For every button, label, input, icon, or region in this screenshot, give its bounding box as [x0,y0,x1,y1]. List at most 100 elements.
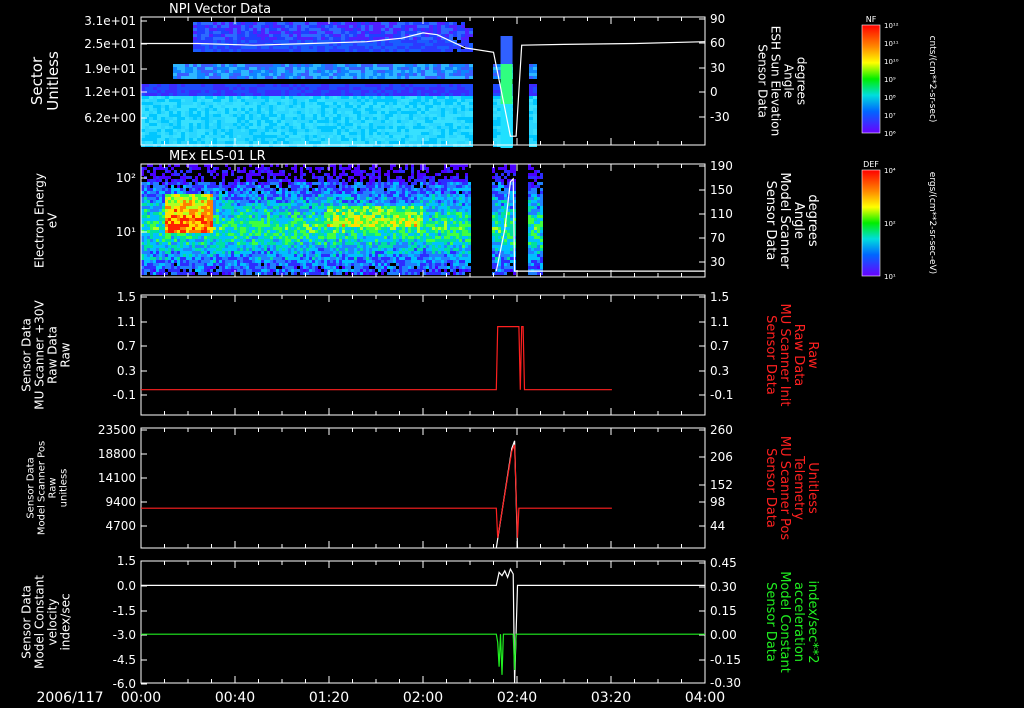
npi-cell [425,102,429,105]
els-cell [273,266,276,269]
els-cell [267,182,270,185]
npi-cell [393,46,397,49]
els-cell [300,188,303,191]
els-cell [276,251,279,254]
els-cell [303,266,306,269]
npi-cell [369,64,373,67]
npi-cell [201,117,205,120]
npi-cell [293,40,297,43]
npi-cell [333,28,337,31]
els-cell [255,173,258,176]
npi-cell [141,111,145,114]
els-cell [267,227,270,230]
npi-cell [341,84,345,87]
npi-cell [317,73,321,76]
els-cell [285,269,288,272]
npi-cell [365,138,369,141]
npi-cell [413,135,417,138]
els-cell [180,215,183,218]
els-cell [186,239,189,242]
els-cell [297,263,300,266]
npi-cell [421,37,425,40]
els-cell [180,182,183,185]
els-cell [276,227,279,230]
npi-cell [289,70,293,73]
els-cell [306,242,309,245]
npi-cell [281,84,285,87]
els-cell [165,203,168,206]
npi-cell [257,31,261,34]
els-cell [198,194,201,197]
npi-cell [305,73,309,76]
els-cell [180,221,183,224]
npi-cell [325,87,329,90]
npi-cell [529,111,533,114]
npi-cell [433,40,437,43]
npi-cell [245,99,249,102]
els-cell [198,251,201,254]
els-cell [144,242,147,245]
npi-cell [441,25,445,28]
els-cell [222,203,225,206]
els-cell [162,176,165,179]
els-cell [150,269,153,272]
els-cell [216,227,219,230]
els-cell [159,179,162,182]
npi-cell [425,87,429,90]
npi-cell [445,34,449,37]
npi-cell [373,73,377,76]
els-cell [261,212,264,215]
npi-cell [333,84,337,87]
npi-cell [261,126,265,129]
els-cell [177,185,180,188]
npi-cell [245,87,249,90]
npi-cell [253,96,257,99]
els-cell [231,254,234,257]
els-cell [165,218,168,221]
npi-cell [361,70,365,73]
npi-cell [193,90,197,93]
npi-cell [233,102,237,105]
npi-cell [245,138,249,141]
npi-cell [385,117,389,120]
npi-cell [345,141,349,144]
els-cell [231,257,234,260]
npi-cell [529,87,533,90]
npi-cell [357,93,361,96]
npi-cell [397,138,401,141]
els-cell [249,263,252,266]
npi-cell [205,90,209,93]
els-cell [282,236,285,239]
npi-cell [209,138,213,141]
els-cell [312,224,315,227]
els-cell [273,200,276,203]
els-cell [198,218,201,221]
npi-cell [381,73,385,76]
els-cell [222,215,225,218]
els-cell [198,185,201,188]
npi-cell [261,40,265,43]
npi-cell [425,135,429,138]
npi-cell [345,132,349,135]
npi-cell [293,96,297,99]
npi-cell [289,108,293,111]
els-cell [165,263,168,266]
els-cell [216,200,219,203]
npi-cell [377,135,381,138]
npi-cell [345,28,349,31]
els-cell [249,170,252,173]
npi-cell [245,73,249,76]
els-cell [306,224,309,227]
els-cell [291,215,294,218]
els-cell [177,239,180,242]
npi-cell [365,43,369,46]
els-cell [144,200,147,203]
els-cell [270,248,273,251]
npi-cell [313,87,317,90]
els-cell [201,224,204,227]
els-cell [279,224,282,227]
npi-cell [253,70,257,73]
npi-cell [357,49,361,52]
npi-cell [445,105,449,108]
els-cell [237,215,240,218]
